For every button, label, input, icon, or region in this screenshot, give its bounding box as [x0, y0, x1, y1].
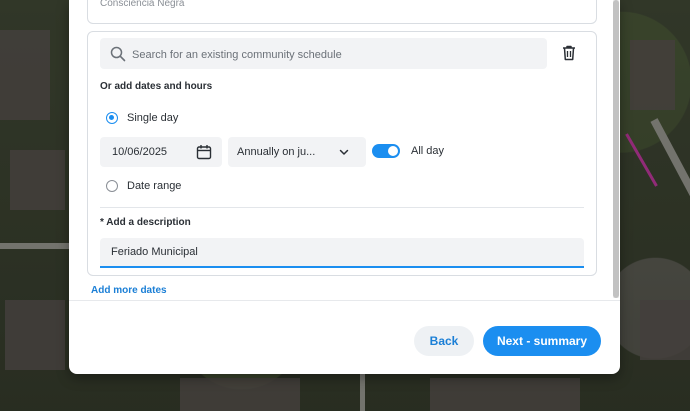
- single-day-label: Single day: [127, 112, 179, 124]
- all-day-toggle[interactable]: [372, 144, 400, 158]
- dialog-scroll-area: Consciência Negra Or add dates and hours…: [69, 0, 620, 300]
- scrollbar-thumb[interactable]: [613, 0, 619, 298]
- schedule-card: Or add dates and hours Single day 10/06/…: [87, 31, 597, 276]
- date-value: 10/06/2025: [112, 146, 168, 158]
- divider: [100, 207, 584, 208]
- date-range-radio[interactable]: [106, 180, 118, 192]
- repeat-value: Annually on ju...: [237, 146, 316, 158]
- schedule-search-input[interactable]: [130, 38, 534, 71]
- or-add-label: Or add dates and hours: [100, 81, 213, 92]
- add-more-dates-link[interactable]: Add more dates: [91, 285, 167, 296]
- schedule-dialog: Consciência Negra Or add dates and hours…: [69, 0, 620, 374]
- search-icon: [110, 46, 126, 62]
- single-day-option[interactable]: Single day: [106, 112, 178, 124]
- trash-icon[interactable]: [561, 44, 577, 62]
- footer-divider: [69, 300, 620, 301]
- repeat-select[interactable]: Annually on ju...: [228, 137, 366, 167]
- previous-schedule-text: Consciência Negra: [100, 0, 185, 9]
- back-button[interactable]: Back: [414, 326, 474, 356]
- calendar-icon[interactable]: [196, 144, 212, 160]
- single-day-radio[interactable]: [106, 112, 118, 124]
- date-field[interactable]: 10/06/2025: [100, 137, 222, 167]
- chevron-down-icon: [339, 149, 349, 155]
- date-range-option[interactable]: Date range: [106, 180, 181, 192]
- description-input[interactable]: [100, 238, 584, 268]
- all-day-label: All day: [411, 145, 445, 157]
- next-summary-button[interactable]: Next - summary: [483, 326, 601, 356]
- previous-schedule-card: Consciência Negra: [87, 0, 597, 24]
- description-label: * Add a description: [100, 217, 191, 228]
- date-range-label: Date range: [127, 180, 182, 192]
- schedule-search: [100, 38, 547, 71]
